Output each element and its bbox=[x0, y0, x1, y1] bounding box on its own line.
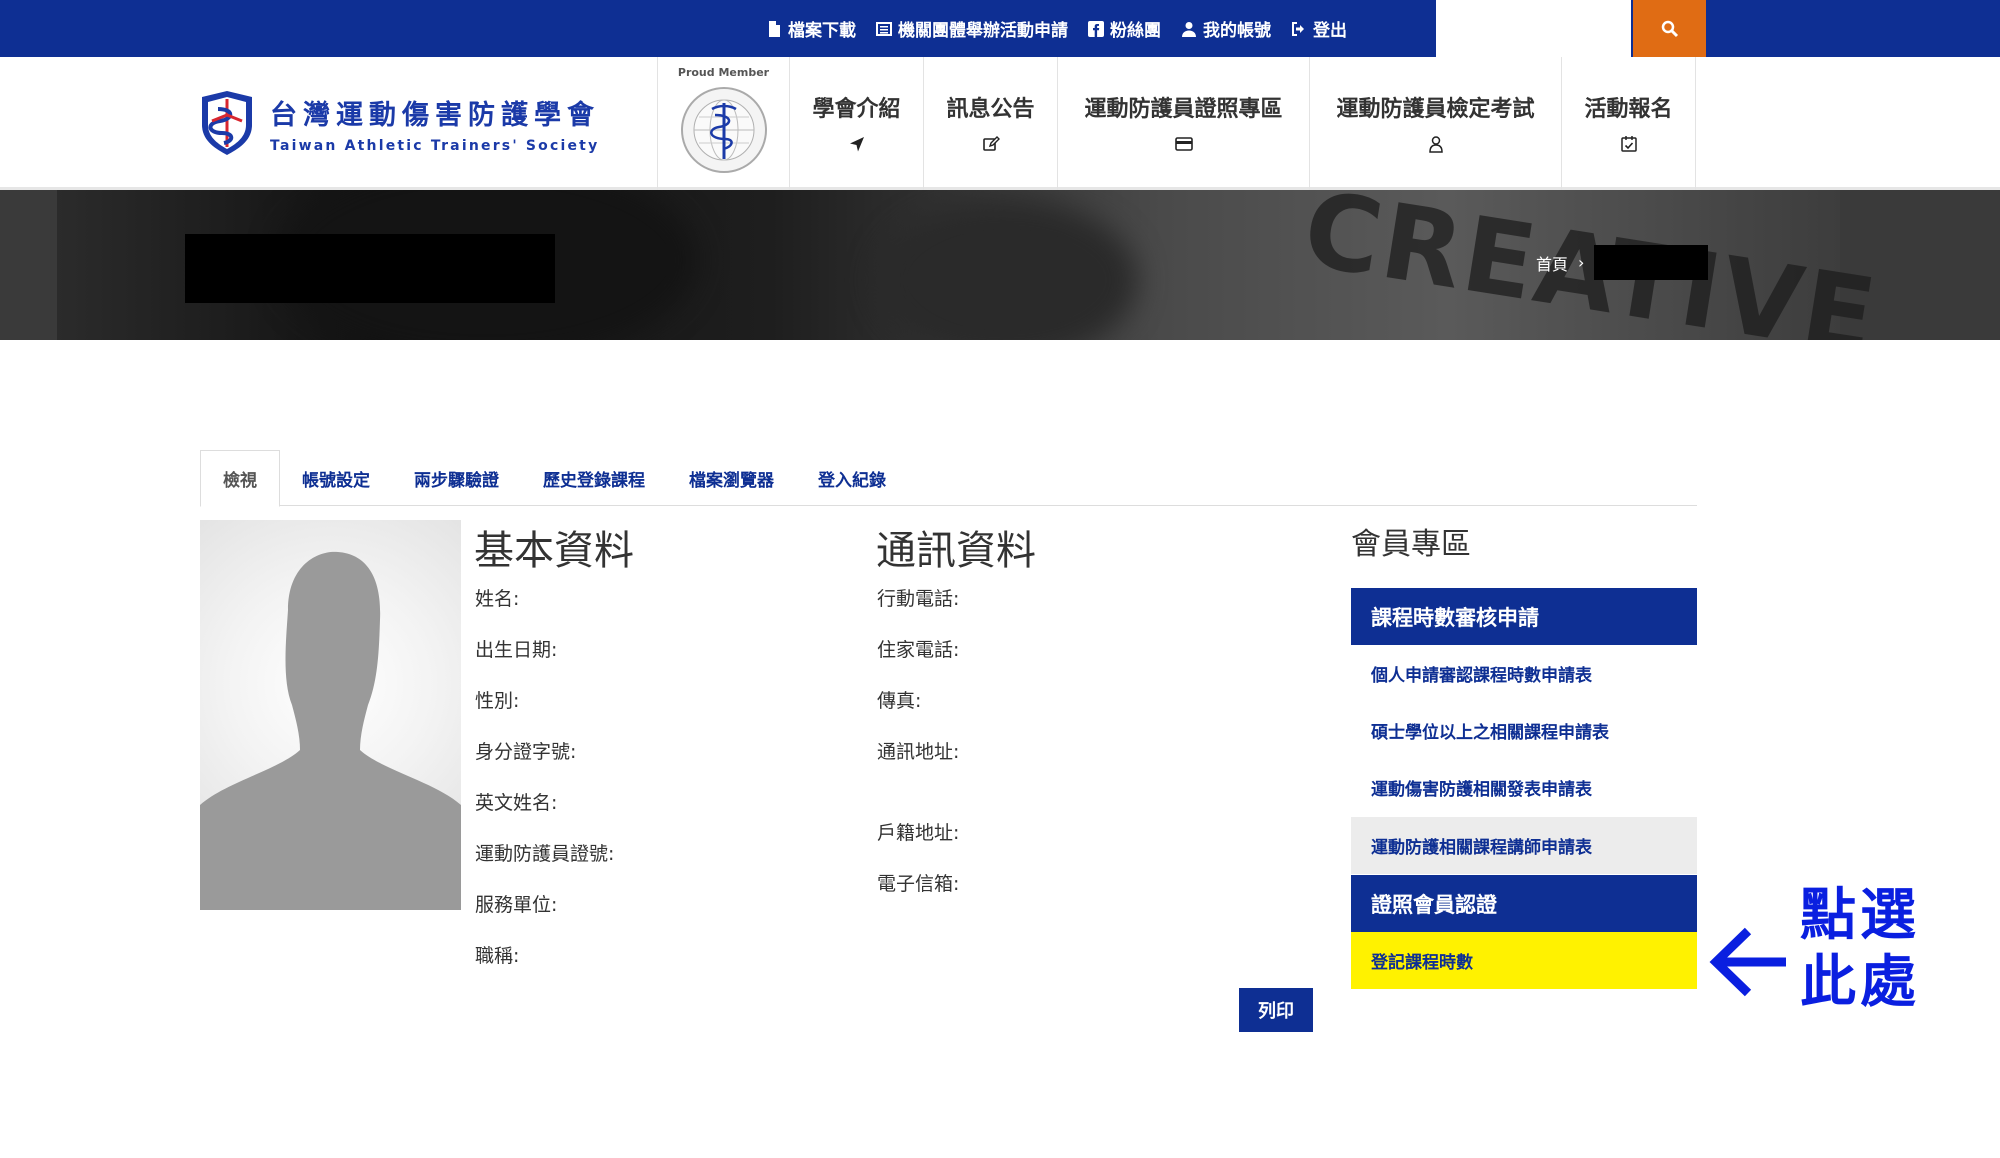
top-links: 檔案下載 機關團體舉辦活動申請 粉絲團 我的帳號 登出 bbox=[766, 0, 1347, 57]
search-icon bbox=[1661, 20, 1678, 37]
nav-label: 學會介紹 bbox=[812, 96, 901, 122]
top-link-label: 登出 bbox=[1313, 21, 1347, 41]
calendar-check-icon bbox=[1620, 135, 1638, 157]
credit-card-icon bbox=[1174, 135, 1193, 157]
account-tabs: 檢視 帳號設定 兩步驟驗證 歷史登錄課程 檔案瀏覽器 登入紀錄 bbox=[200, 450, 1697, 507]
contact-info-title: 通訊資料 bbox=[876, 528, 1036, 574]
sidebar-link-lecturer-form[interactable]: 運動防護相關課程講師申請表 bbox=[1351, 817, 1697, 874]
top-link-file-download[interactable]: 檔案下載 bbox=[766, 16, 856, 41]
breadcrumb-separator: › bbox=[1578, 253, 1585, 272]
field-english-name: 英文姓名: bbox=[475, 792, 558, 814]
redacted-breadcrumb-current bbox=[1594, 245, 1709, 280]
field-workplace: 服務單位: bbox=[475, 894, 558, 916]
field-email: 電子信箱: bbox=[877, 873, 960, 895]
edit-icon bbox=[982, 135, 1000, 157]
nav-item-news[interactable]: 訊息公告 bbox=[924, 57, 1058, 190]
annotation-line-2: 此處 bbox=[1800, 950, 1920, 1015]
field-name: 姓名: bbox=[475, 588, 520, 610]
location-arrow-icon bbox=[848, 135, 866, 157]
annotation-text: 點選 此處 bbox=[1800, 882, 1930, 1016]
search-button[interactable] bbox=[1633, 0, 1706, 57]
sidebar-link-register-course-hours[interactable]: 登記課程時數 bbox=[1351, 932, 1697, 989]
nav-label: 活動報名 bbox=[1584, 96, 1673, 122]
nav-item-exam[interactable]: 運動防護員檢定考試 bbox=[1310, 57, 1562, 190]
top-link-label: 檔案下載 bbox=[788, 21, 856, 41]
tab-account-settings[interactable]: 帳號設定 bbox=[280, 450, 392, 506]
site-logo[interactable]: 台灣運動傷害防護學會 Taiwan Athletic Trainers' Soc… bbox=[198, 91, 600, 155]
field-home-phone: 住家電話: bbox=[877, 639, 960, 661]
nav-item-event-signup[interactable]: 活動報名 bbox=[1562, 57, 1696, 190]
field-mobile-phone: 行動電話: bbox=[877, 588, 960, 610]
user-outline-icon bbox=[1427, 135, 1445, 157]
globe-emblem-icon bbox=[681, 87, 767, 173]
tab-course-history[interactable]: 歷史登錄課程 bbox=[521, 450, 667, 506]
list-icon bbox=[876, 21, 892, 36]
page-banner: CREATIVE 首頁 › bbox=[0, 190, 2000, 340]
top-link-label: 粉絲團 bbox=[1110, 21, 1161, 41]
member-area-title: 會員專區 bbox=[1351, 527, 1471, 562]
banner-shape bbox=[877, 200, 1137, 340]
field-gender: 性別: bbox=[475, 690, 520, 712]
sidebar-link-personal-hours-form[interactable]: 個人申請審認課程時數申請表 bbox=[1351, 645, 1697, 702]
top-link-fan-page[interactable]: 粉絲團 bbox=[1088, 16, 1161, 41]
course-hours-review-heading: 課程時數審核申請 bbox=[1351, 588, 1697, 645]
license-member-verification-heading: 證照會員認證 bbox=[1351, 875, 1697, 932]
top-bar: 檔案下載 機關團體舉辦活動申請 粉絲團 我的帳號 登出 bbox=[0, 0, 2000, 57]
logo-name-zh: 台灣運動傷害防護學會 bbox=[270, 99, 600, 131]
main-nav: 學會介紹 訊息公告 運動防護員證照專區 運動防護員檢定考試 活動報名 bbox=[790, 57, 1696, 190]
field-birth-date: 出生日期: bbox=[475, 639, 558, 661]
file-icon bbox=[769, 20, 780, 37]
nav-item-about[interactable]: 學會介紹 bbox=[790, 57, 924, 190]
top-link-my-account[interactable]: 我的帳號 bbox=[1181, 16, 1271, 41]
field-id-number: 身分證字號: bbox=[475, 741, 577, 763]
field-license-number: 運動防護員證號: bbox=[475, 843, 615, 865]
top-link-logout[interactable]: 登出 bbox=[1291, 16, 1347, 41]
field-job-title: 職稱: bbox=[475, 945, 520, 967]
avatar-silhouette-icon bbox=[200, 551, 461, 910]
site-header: 台灣運動傷害防護學會 Taiwan Athletic Trainers' Soc… bbox=[0, 57, 2000, 190]
tab-view[interactable]: 檢視 bbox=[200, 450, 280, 507]
left-arrow-icon bbox=[1709, 927, 1786, 997]
field-fax: 傳真: bbox=[877, 690, 922, 712]
nav-item-license[interactable]: 運動防護員證照專區 bbox=[1058, 57, 1310, 190]
nav-label: 運動防護員證照專區 bbox=[1084, 96, 1283, 122]
avatar bbox=[200, 520, 461, 910]
top-link-label: 我的帳號 bbox=[1203, 21, 1271, 41]
nav-label: 運動防護員檢定考試 bbox=[1336, 96, 1535, 122]
field-registered-address: 戶籍地址: bbox=[877, 822, 960, 844]
redacted-page-title bbox=[185, 234, 555, 303]
logo-name-en: Taiwan Athletic Trainers' Society bbox=[270, 137, 600, 154]
sidebar-link-publication-form[interactable]: 運動傷害防護相關發表申請表 bbox=[1351, 759, 1697, 816]
top-link-event-application[interactable]: 機關團體舉辦活動申請 bbox=[876, 16, 1068, 41]
top-link-label: 機關團體舉辦活動申請 bbox=[898, 21, 1068, 41]
breadcrumb-home-link[interactable]: 首頁 bbox=[1536, 251, 1568, 275]
proud-member-label: Proud Member bbox=[677, 66, 770, 79]
user-icon bbox=[1182, 21, 1196, 37]
field-mailing-address: 通訊地址: bbox=[877, 741, 960, 763]
search-input[interactable] bbox=[1436, 0, 1631, 57]
basic-info-title: 基本資料 bbox=[474, 528, 634, 574]
annotation-line-1: 點選 bbox=[1800, 883, 1920, 948]
tab-file-browser[interactable]: 檔案瀏覽器 bbox=[667, 450, 796, 506]
logout-icon bbox=[1292, 21, 1304, 36]
sidebar-link-masters-course-form[interactable]: 碩士學位以上之相關課程申請表 bbox=[1351, 702, 1697, 759]
print-button[interactable]: 列印 bbox=[1239, 988, 1313, 1032]
proud-member-badge[interactable]: Proud Member bbox=[657, 57, 790, 190]
logo-text: 台灣運動傷害防護學會 Taiwan Athletic Trainers' Soc… bbox=[270, 93, 600, 154]
tab-login-records[interactable]: 登入紀錄 bbox=[796, 450, 908, 506]
facebook-icon bbox=[1088, 20, 1104, 37]
tab-two-step-verification[interactable]: 兩步驟驗證 bbox=[392, 450, 521, 506]
society-logo-icon bbox=[202, 91, 252, 155]
nav-label: 訊息公告 bbox=[946, 96, 1035, 122]
breadcrumb: 首頁 › bbox=[1536, 245, 1709, 280]
